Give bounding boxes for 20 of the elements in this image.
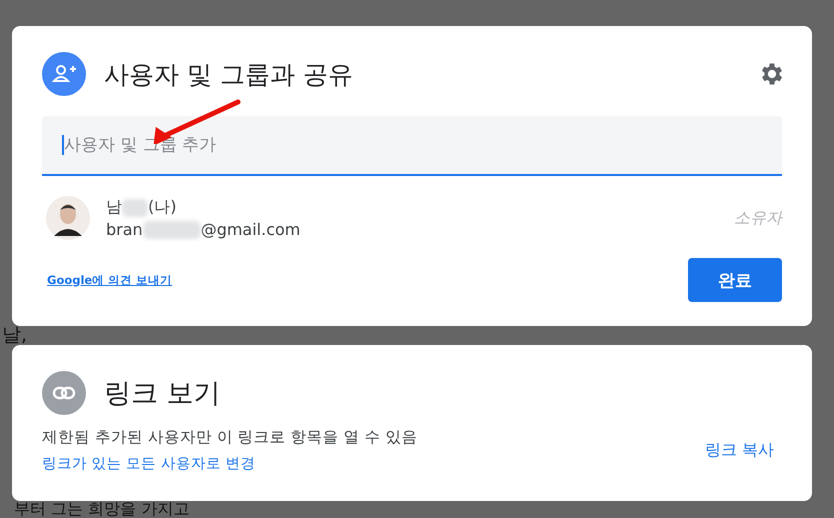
blurred-area [122, 198, 148, 216]
dialog-title: 사용자 및 그룹과 공유 [104, 58, 354, 90]
copy-link-button[interactable]: 링크 복사 [704, 440, 774, 460]
change-link[interactable]: 링크가 있는 모든 사용자로 변경 [42, 454, 418, 473]
person-name: 남 [106, 197, 122, 218]
panel-title: 링크 보기 [104, 377, 221, 411]
role-label: 소유자 [734, 208, 782, 228]
person-name: (나) [148, 197, 176, 218]
link-description: 제한됨 추가된 사용자만 이 링크로 항목을 열 수 있음 [42, 427, 418, 448]
person-email: bran [106, 220, 143, 239]
done-button[interactable]: 완료 [688, 258, 782, 302]
person-add-icon [42, 52, 86, 96]
avatar [46, 196, 90, 240]
blurred-area [142, 220, 201, 238]
document-text: 날, [2, 323, 28, 348]
feedback-link[interactable]: Google에 의견 보내기 [47, 272, 172, 288]
text-cursor [62, 135, 64, 155]
link-icon [42, 371, 86, 415]
person-email: @gmail.com [200, 220, 300, 239]
document-text: 부터 그는 희망을 가지고 [14, 501, 190, 517]
